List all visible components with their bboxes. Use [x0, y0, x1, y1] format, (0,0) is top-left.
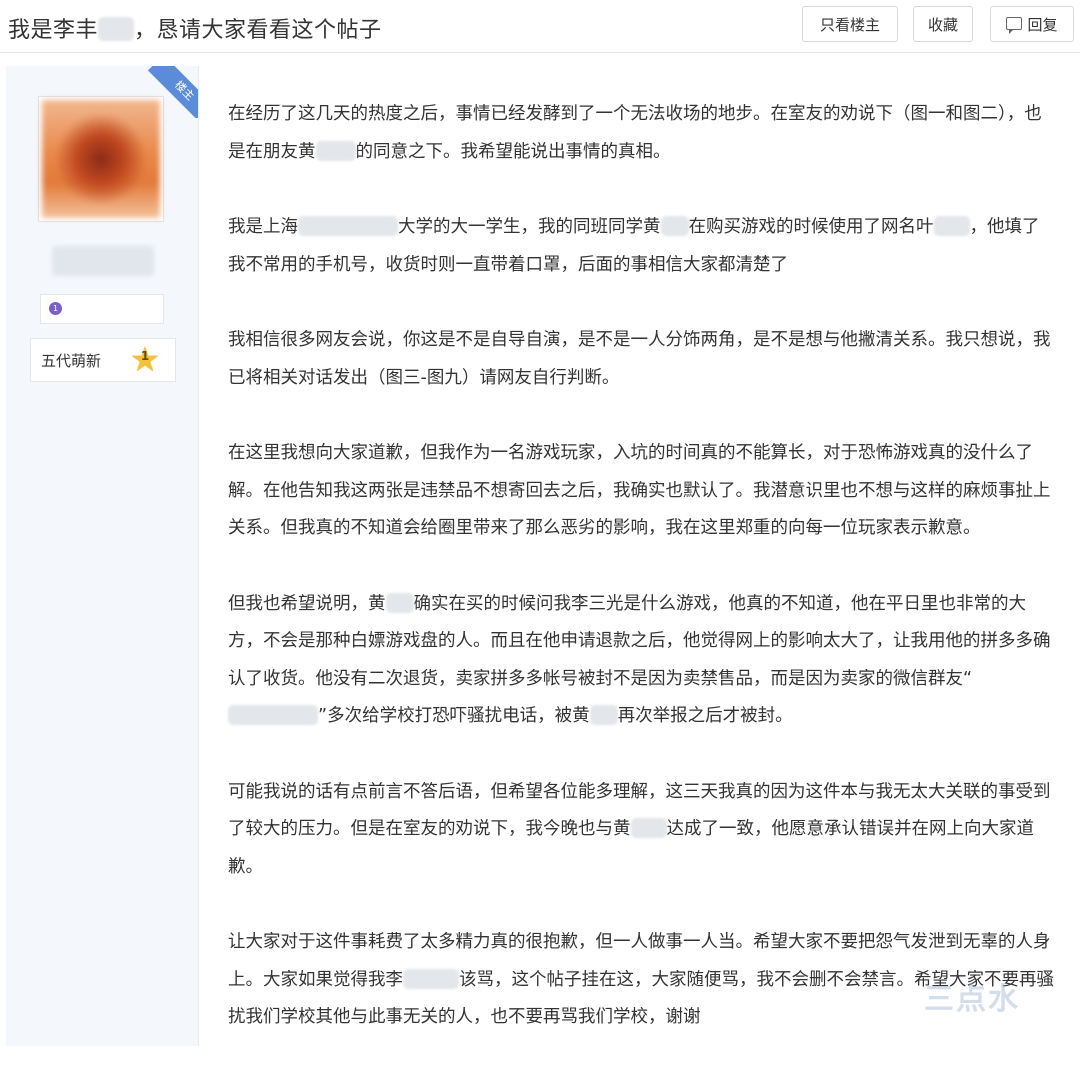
comment-icon	[1006, 16, 1023, 34]
post-title: 我是李丰 ，恳请大家看看这个帖子	[8, 12, 382, 44]
paragraph-3: 我相信很多网友会说，你这是不是自导自演，是不是一人分饰两角，是不是想与他撇清关系…	[228, 330, 1051, 388]
medal-icon: 1	[49, 302, 62, 315]
p2-text-a: 我是上海	[228, 217, 298, 237]
only-op-label: 只看楼主	[819, 15, 880, 34]
redacted-name-blur	[98, 17, 135, 41]
redacted-blur	[298, 216, 398, 236]
reply-button[interactable]: 回复	[990, 6, 1074, 42]
favorite-button[interactable]: 收藏	[913, 6, 973, 42]
favorite-label: 收藏	[927, 15, 958, 34]
level-number: 1	[140, 349, 150, 363]
redacted-blur	[660, 216, 689, 236]
reply-label: 回复	[1027, 15, 1058, 34]
title-text-start: 我是李	[8, 18, 76, 43]
avatar[interactable]	[38, 96, 164, 222]
level-label: 五代萌新	[41, 352, 102, 370]
p5-text-c: ”多次给学校打恐吓骚扰电话，被黄	[318, 706, 590, 726]
avatar-image-blurred	[42, 100, 160, 218]
p5-text-a: 但我也希望说明，黄	[228, 593, 386, 614]
post-content: 在经历了这几天的热度之后，事情已经发酵到了一个无法收场的地步。在室友的劝说下（图…	[228, 96, 1056, 1075]
user-level: 五代萌新 ★ 1	[30, 338, 176, 382]
p5-text-d: 再次举报之后才被封。	[617, 706, 793, 726]
paragraph-6: 可能我说的话有点前言不答后语，但希望各位能多理解，这三天我真的因为这件本与我无太…	[228, 774, 1056, 887]
redacted-blur	[589, 705, 618, 725]
username-blurred[interactable]	[52, 246, 154, 276]
user-badge-box: 1	[40, 294, 164, 324]
redacted-blur	[385, 592, 414, 613]
title-text-mid: 丰	[75, 18, 99, 43]
redacted-blur	[228, 705, 318, 725]
redacted-blur	[403, 968, 459, 989]
p2-text-c: 在购买游戏的时候使用了网名叶	[688, 217, 934, 237]
paragraph-4: 在这里我想向大家道歉，但我作为一名游戏玩家，入坑的时间真的不能算长，对于恐怖游戏…	[228, 443, 1051, 538]
p2-text-b: 大学的大一学生，我的同班同学黄	[398, 217, 661, 237]
only-op-button[interactable]: 只看楼主	[802, 6, 898, 42]
p1-text-b: 的同意之下。我希望能说出事情的真相。	[355, 141, 671, 162]
paragraph-2: 我是上海 大学的大一学生，我的同班同学黄 在购买游戏的时候使用了网名叶 ，他填了我不常…	[228, 209, 1056, 284]
post-header: 我是李丰 ，恳请大家看看这个帖子 只看楼主 收藏 回复	[0, 0, 1080, 53]
redacted-blur	[933, 216, 970, 236]
paragraph-1: 在经历了这几天的热度之后，事情已经发酵到了一个无法收场的地步。在室友的劝说下（图…	[228, 96, 1056, 171]
redacted-blur	[315, 140, 356, 161]
redacted-blur	[630, 818, 667, 838]
title-text-end: ，恳请大家看看这个帖子	[134, 18, 382, 43]
paragraph-5: 但我也希望说明，黄 确实在买的时候问我李三光是什么游戏，他真的不知道，他在平日里也…	[228, 586, 1056, 736]
watermark: 三点水	[924, 982, 1020, 1017]
